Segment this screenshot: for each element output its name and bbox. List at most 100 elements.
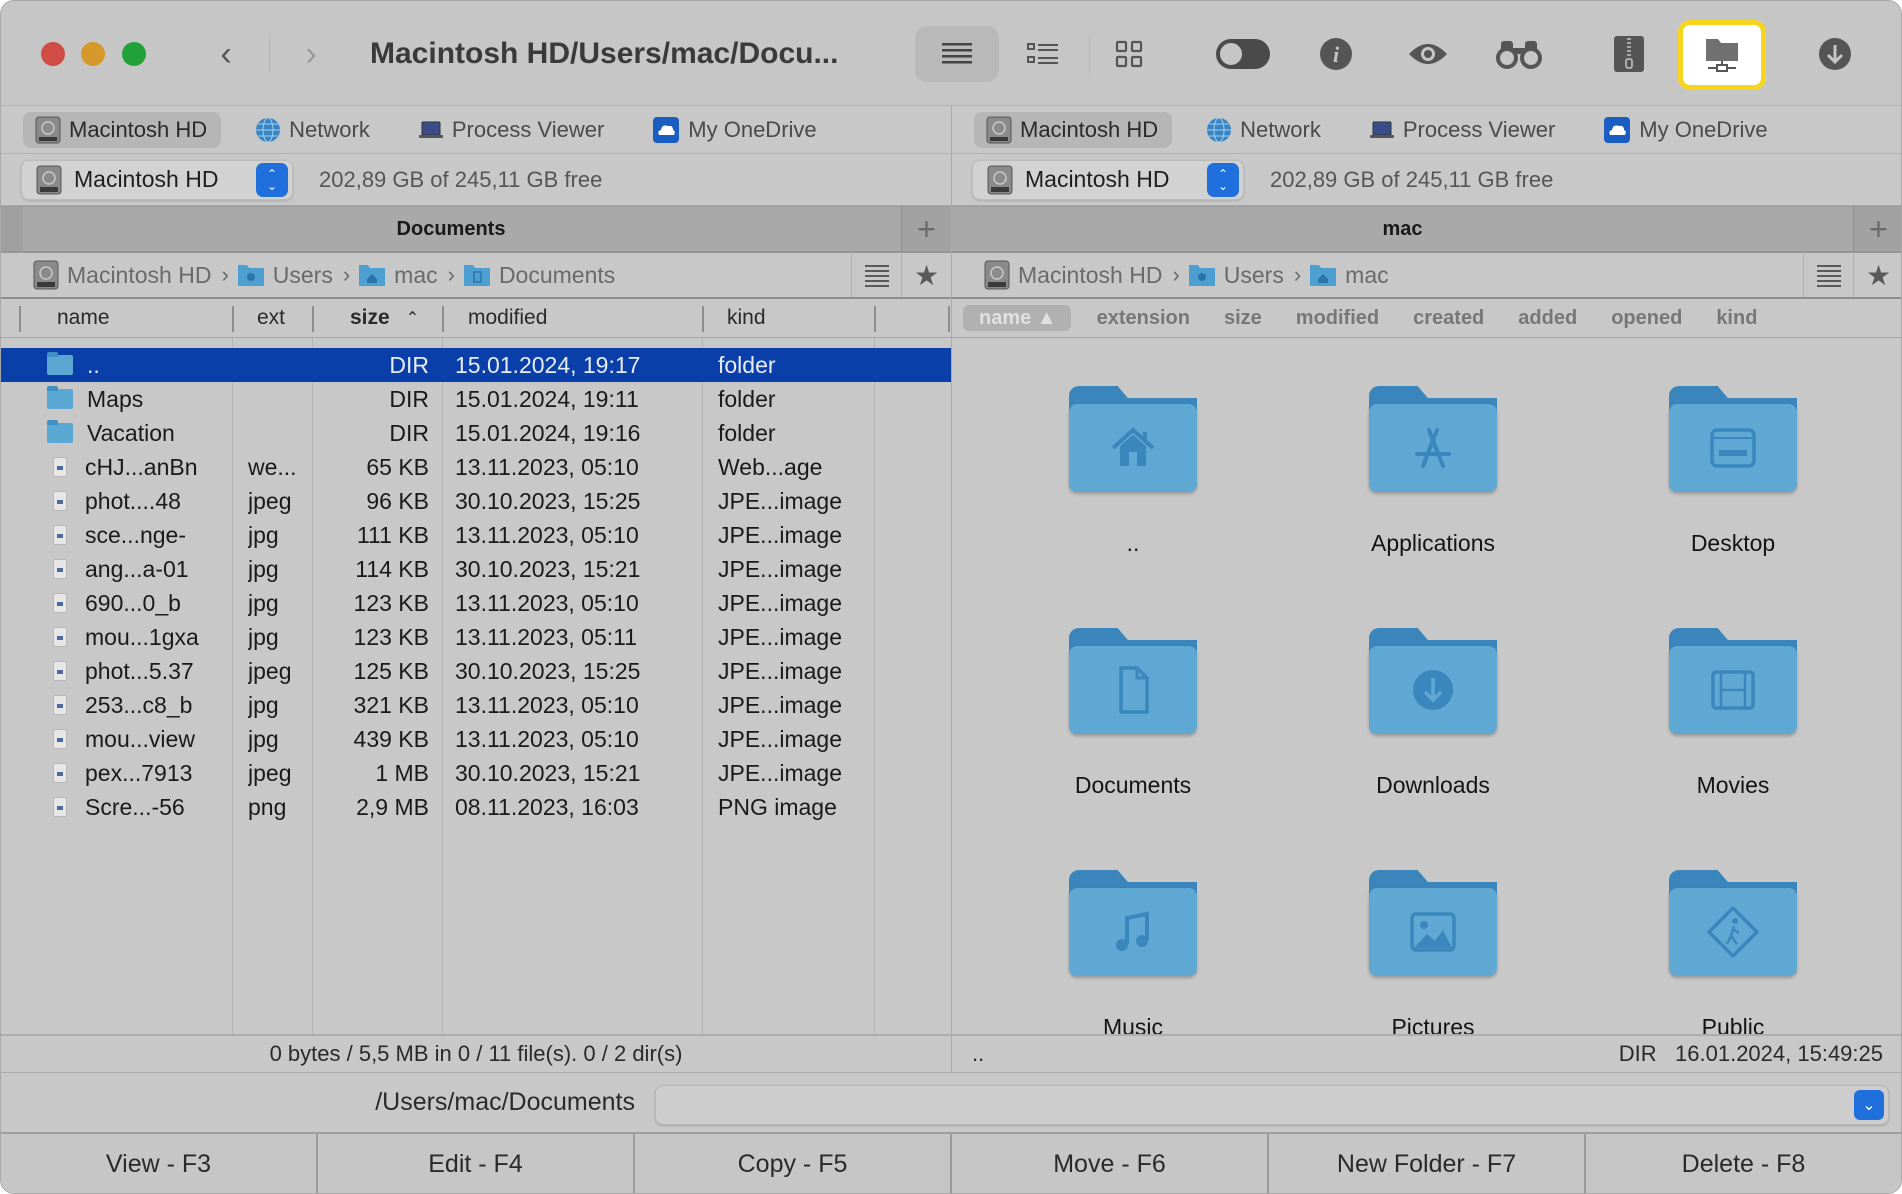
table-row[interactable]: pex...7913 jpeg 1 MB 30.10.2023, 15:21 JPE..… xyxy=(1,756,951,790)
cell-kind: JPE...image xyxy=(718,589,842,616)
folder-item[interactable]: Desktop xyxy=(1613,386,1853,557)
tab-my-onedrive[interactable]: My OneDrive xyxy=(640,112,830,148)
command-history-dropdown[interactable]: ⌄ xyxy=(1854,1090,1884,1120)
maximize-window-button[interactable] xyxy=(122,42,146,66)
tab-my-onedrive[interactable]: My OneDrive xyxy=(1591,112,1781,148)
history-button[interactable] xyxy=(851,253,901,297)
network-connect-button[interactable] xyxy=(1678,20,1766,90)
back-button[interactable]: ‹ xyxy=(206,35,246,73)
tab-process-viewer[interactable]: Process Viewer xyxy=(1357,112,1569,148)
sort-column[interactable]: opened xyxy=(1599,305,1694,331)
table-row[interactable]: mou...1gxa jpg 123 KB 13.11.2023, 05:11 JPE.… xyxy=(1,620,951,654)
table-row[interactable]: Maps DIR 15.01.2024, 19:11 folder xyxy=(1,382,951,416)
column-divider[interactable] xyxy=(702,306,704,332)
folder-item[interactable]: Applications xyxy=(1313,386,1553,557)
folder-item[interactable]: Documents xyxy=(1013,628,1253,799)
icon-grid-view-button[interactable] xyxy=(1087,26,1171,82)
close-window-button[interactable] xyxy=(41,42,65,66)
quick-look-button[interactable] xyxy=(1386,26,1470,82)
command-field[interactable]: ⌄ xyxy=(655,1085,1889,1125)
toggle-hidden-files-button[interactable] xyxy=(1201,26,1285,82)
new-folder-button[interactable]: New Folder - F7 xyxy=(1269,1134,1586,1193)
edit-button[interactable]: Edit - F4 xyxy=(318,1134,635,1193)
sort-column[interactable]: extension xyxy=(1085,305,1202,331)
file-icon xyxy=(53,491,67,511)
sort-column[interactable]: name ▲ xyxy=(963,305,1071,331)
new-tab-button[interactable]: + xyxy=(1853,207,1901,251)
cell-kind: Web...age xyxy=(718,453,823,480)
new-tab-button[interactable]: + xyxy=(901,207,951,251)
view-button[interactable]: View - F3 xyxy=(1,1134,318,1193)
sort-column[interactable]: created xyxy=(1401,305,1496,331)
table-row[interactable]: .. DIR 15.01.2024, 19:17 folder xyxy=(1,348,951,382)
tab-process-viewer[interactable]: Process Viewer xyxy=(406,112,618,148)
volume-selector[interactable]: Macintosh HD ⌃ ⌄ xyxy=(21,159,293,200)
search-button[interactable] xyxy=(1477,26,1561,82)
table-row[interactable]: sce...nge-jpg 111 KB 13.11.2023, 05:10 JPE.… xyxy=(1,518,951,552)
updown-chevron-icon[interactable]: ⌃ ⌄ xyxy=(1207,162,1239,197)
breadcrumb-item[interactable]: mac xyxy=(1309,262,1389,289)
cell-size: 123 KB xyxy=(353,589,429,616)
delete-button[interactable]: Delete - F8 xyxy=(1586,1134,1901,1193)
breadcrumb-item[interactable]: Macintosh HD xyxy=(33,260,211,290)
detail-list-view-button[interactable] xyxy=(1001,26,1085,82)
column-divider[interactable] xyxy=(442,306,444,332)
folder-item[interactable]: Public xyxy=(1613,870,1853,1034)
command-input[interactable] xyxy=(656,1086,1888,1124)
sort-column[interactable]: size xyxy=(1212,305,1274,331)
forward-button[interactable]: › xyxy=(291,35,331,73)
table-row[interactable]: 253...c8_b jpg 321 KB 13.11.2023, 05:10 JPE.… xyxy=(1,688,951,722)
table-row[interactable]: Scre...-56 png 2,9 MB 08.11.2023, 16:03 PNG … xyxy=(1,790,951,824)
folder-item[interactable]: Movies xyxy=(1613,628,1853,799)
table-row[interactable]: cHJ...anBn we... 65 KB 13.11.2023, 05:10 Web… xyxy=(1,450,951,484)
column-divider[interactable] xyxy=(312,306,314,332)
updown-chevron-icon[interactable]: ⌃ ⌄ xyxy=(256,162,288,197)
file-icon xyxy=(53,763,67,783)
tab-macintosh-hd[interactable]: Macintosh HD xyxy=(23,111,222,148)
column-divider[interactable] xyxy=(874,306,876,332)
download-button[interactable] xyxy=(1793,26,1877,82)
file-icon xyxy=(53,797,67,817)
info-button[interactable]: i xyxy=(1294,26,1378,82)
favorites-button[interactable]: ★ xyxy=(1853,253,1901,297)
column-name[interactable]: name xyxy=(57,299,110,337)
column-divider[interactable] xyxy=(232,306,234,332)
tab-network[interactable]: Network xyxy=(1194,112,1335,148)
table-row[interactable]: phot...5.37 jpeg 125 KB 30.10.2023, 15:25 JP… xyxy=(1,654,951,688)
favorites-button[interactable]: ★ xyxy=(901,253,951,297)
table-row[interactable]: phot....48 jpeg 96 KB 30.10.2023, 15:25 JPE.… xyxy=(1,484,951,518)
folder-item[interactable]: Downloads xyxy=(1313,628,1553,799)
folder-item[interactable]: Music xyxy=(1013,870,1253,1034)
table-row[interactable]: 690...0_b jpg 123 KB 13.11.2023, 05:10 JPE..… xyxy=(1,586,951,620)
folder-icon xyxy=(1369,628,1497,736)
table-row[interactable]: ang...a-01 jpg 114 KB 30.10.2023, 15:21 JPE.… xyxy=(1,552,951,586)
table-row[interactable]: Vacation DIR 15.01.2024, 19:16 folder xyxy=(1,416,951,450)
breadcrumb-item[interactable]: Users xyxy=(237,262,333,289)
tab-macintosh-hd[interactable]: Macintosh HD xyxy=(974,111,1173,148)
file-name: phot...5.37 xyxy=(85,657,194,684)
column-kind[interactable]: kind xyxy=(727,299,766,337)
archive-button[interactable] xyxy=(1587,26,1671,82)
column-ext[interactable]: ext xyxy=(257,299,285,337)
volume-selector[interactable]: Macintosh HD ⌃ ⌄ xyxy=(972,159,1244,200)
plus-icon: + xyxy=(917,210,936,247)
column-modified[interactable]: modified xyxy=(468,299,547,337)
breadcrumb-item[interactable]: mac xyxy=(358,262,438,289)
history-button[interactable] xyxy=(1803,253,1853,297)
sort-column[interactable]: modified xyxy=(1284,305,1391,331)
table-row[interactable]: mou...view jpg 439 KB 13.11.2023, 05:10 JPE.… xyxy=(1,722,951,756)
breadcrumb-item[interactable]: Documents xyxy=(463,262,615,289)
breadcrumb-item[interactable]: Macintosh HD xyxy=(984,260,1162,290)
folder-item[interactable]: .. xyxy=(1013,386,1253,557)
tab-network[interactable]: Network xyxy=(243,112,384,148)
minimize-window-button[interactable] xyxy=(81,42,105,66)
copy-button[interactable]: Copy - F5 xyxy=(635,1134,952,1193)
sort-column[interactable]: added xyxy=(1506,305,1589,331)
folder-item[interactable]: Pictures xyxy=(1313,870,1553,1034)
sort-column[interactable]: kind xyxy=(1704,305,1769,331)
cell-size: 111 KB xyxy=(356,521,429,548)
column-size[interactable]: size ⌃ xyxy=(350,299,419,337)
list-view-button[interactable] xyxy=(915,26,999,82)
breadcrumb-item[interactable]: Users xyxy=(1188,262,1284,289)
move-button[interactable]: Move - F6 xyxy=(952,1134,1269,1193)
